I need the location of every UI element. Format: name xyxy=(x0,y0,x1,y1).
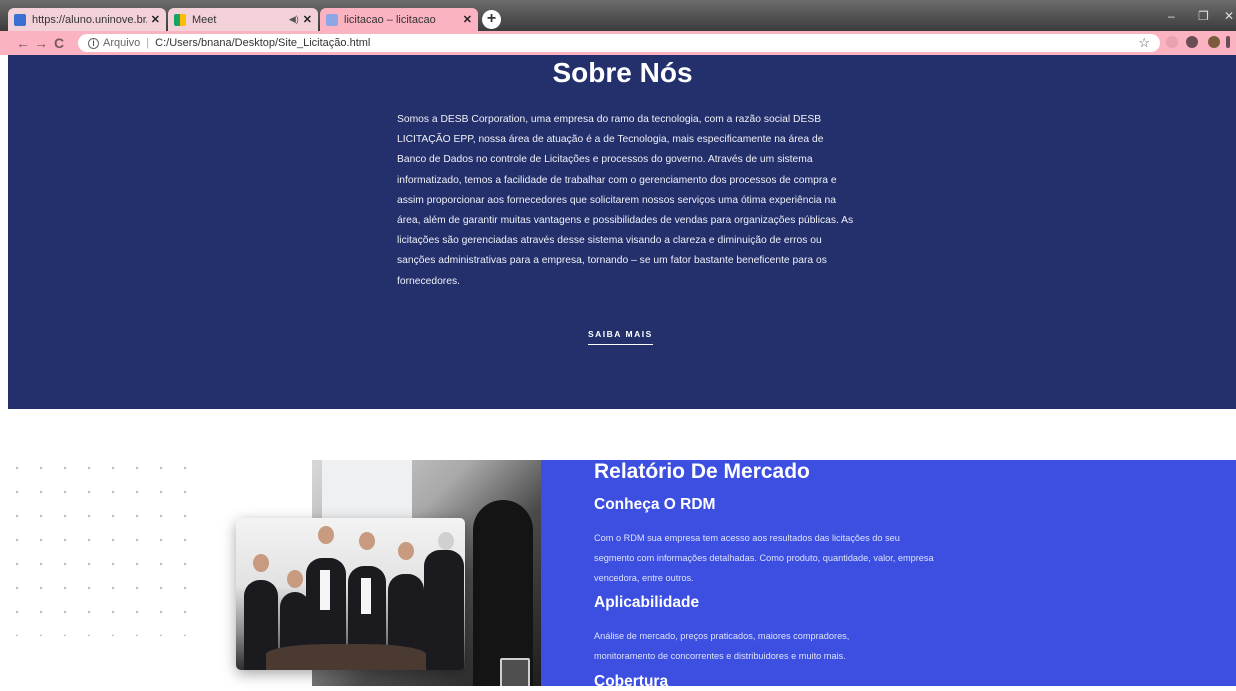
menu-kebab-icon[interactable] xyxy=(1226,36,1230,48)
aplicabilidade-text: Análise de mercado, preços praticados, m… xyxy=(594,631,850,661)
close-tab-icon[interactable]: ✕ xyxy=(151,13,160,26)
saiba-mais-button[interactable]: SAIBA MAIS xyxy=(588,329,653,345)
close-tab-icon[interactable]: ✕ xyxy=(463,13,472,26)
back-icon[interactable]: ← xyxy=(14,35,32,51)
page-favicon-icon xyxy=(326,13,338,26)
mercado-title: Relatório De Mercado xyxy=(594,460,810,483)
reload-icon[interactable]: C xyxy=(50,35,68,51)
head-shape xyxy=(253,554,269,572)
uninove-favicon-icon xyxy=(14,13,26,26)
tab-meet[interactable]: Meet ◀) ✕ xyxy=(168,8,318,31)
meeting-table-shape xyxy=(266,644,426,670)
restore-icon[interactable]: ❐ xyxy=(1198,9,1209,23)
extension-icon[interactable] xyxy=(1166,36,1178,48)
window-shape xyxy=(322,460,412,520)
sobre-title: Sobre Nós xyxy=(552,57,693,88)
url-text: C:/Users/bnana/Desktop/Site_Licitação.ht… xyxy=(155,37,371,49)
info-icon[interactable]: i xyxy=(88,37,99,49)
dot-pattern-decoration xyxy=(5,456,190,636)
tab-title: https://aluno.uninove.br/sala_on xyxy=(32,13,147,26)
browser-toolbar: ← → C i Arquivo | C:/Users/bnana/Desktop… xyxy=(0,31,1236,55)
address-separator: | xyxy=(146,37,150,49)
person-shape xyxy=(424,550,464,670)
meet-favicon-icon xyxy=(174,13,186,26)
speaker-icon: ◀) xyxy=(288,14,299,24)
close-window-icon[interactable]: ✕ xyxy=(1224,9,1234,23)
shirt-shape xyxy=(361,578,371,614)
tab-title: licitacao – licitacao xyxy=(344,13,436,26)
aplicabilidade-heading: Aplicabilidade xyxy=(594,594,700,611)
forward-icon[interactable]: → xyxy=(32,35,50,51)
tab-title: Meet xyxy=(192,13,217,26)
sobre-paragraph: Somos a DESB Corporation, uma empresa do… xyxy=(397,114,854,287)
tab-licitacao[interactable]: licitacao – licitacao ✕ xyxy=(320,8,478,31)
head-shape xyxy=(398,542,414,560)
minimize-icon[interactable]: – xyxy=(1168,9,1175,23)
head-shape xyxy=(287,570,303,588)
head-shape xyxy=(438,532,454,550)
shirt-shape xyxy=(320,570,330,610)
tab-aluno[interactable]: https://aluno.uninove.br/sala_on ✕ xyxy=(8,8,166,31)
cobertura-heading: Cobertura xyxy=(594,673,669,690)
head-shape xyxy=(318,526,334,544)
security-label: Arquivo xyxy=(103,37,141,49)
head-shape xyxy=(359,532,375,550)
puzzle-extensions-icon[interactable] xyxy=(1186,36,1198,48)
sobre-nos-section: Sobre Nós Somos a DESB Corporation, uma … xyxy=(8,55,1236,409)
water-glass-shape xyxy=(500,658,530,686)
conheca-text: Com o RDM sua empresa tem acesso aos res… xyxy=(594,533,934,583)
browser-tab-bar: https://aluno.uninove.br/sala_on ✕ Meet … xyxy=(0,0,1236,31)
bookmark-star-icon[interactable]: ☆ xyxy=(1138,35,1150,51)
address-bar[interactable]: i Arquivo | C:/Users/bnana/Desktop/Site_… xyxy=(78,34,1160,52)
close-tab-icon[interactable]: ✕ xyxy=(303,13,312,26)
new-tab-icon[interactable]: + xyxy=(482,10,501,29)
profile-avatar-icon[interactable] xyxy=(1208,36,1220,48)
conheca-heading: Conheça O RDM xyxy=(594,496,716,513)
business-meeting-photo xyxy=(236,518,465,670)
